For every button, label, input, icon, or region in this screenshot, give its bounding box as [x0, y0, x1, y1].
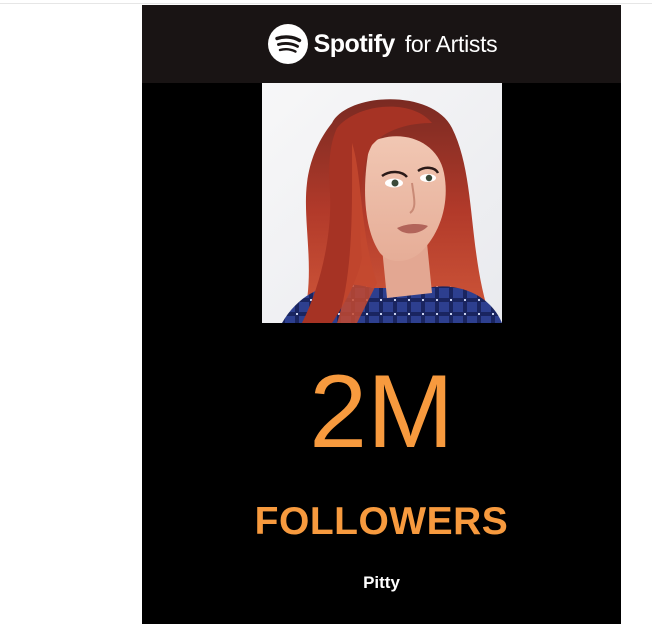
milestone-card: Spotify for Artists 2M FOLLOWERS Pitty [142, 5, 621, 624]
artist-name: Pitty [363, 573, 400, 592]
artist-portrait-image [262, 83, 502, 323]
top-divider [0, 3, 652, 4]
follower-label: FOLLOWERS [254, 500, 509, 543]
card-header: Spotify for Artists [142, 5, 621, 83]
spotify-icon [267, 24, 308, 64]
brand-suffix: for Artists [404, 30, 498, 57]
spotify-for-artists-logo[interactable]: Spotify for Artists [267, 24, 498, 64]
brand-name: Spotify [313, 29, 396, 58]
follower-count: 2M [309, 354, 454, 470]
